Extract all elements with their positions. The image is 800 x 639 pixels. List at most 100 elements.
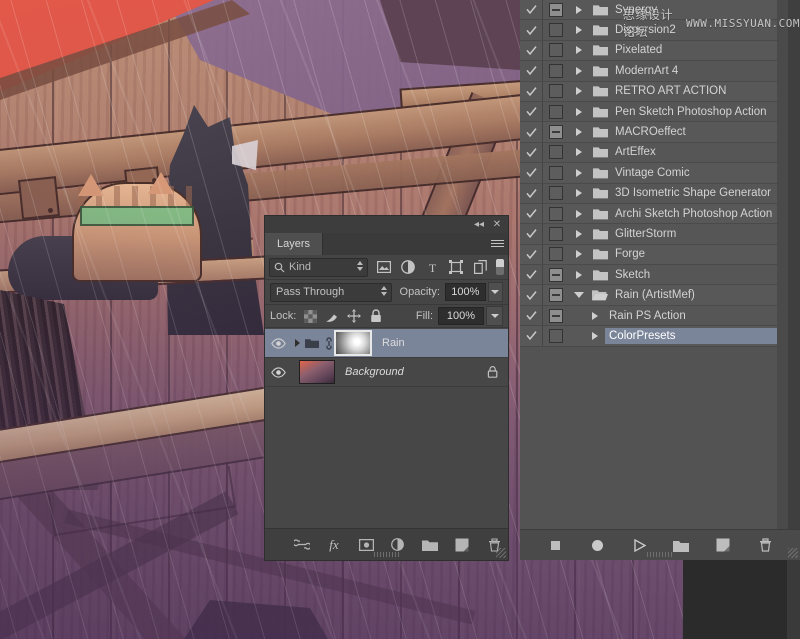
action-name[interactable]: ColorPresets <box>605 327 788 344</box>
disclosure-triangle-open-icon[interactable] <box>569 292 589 299</box>
action-name[interactable]: Dispersion2 <box>611 22 788 38</box>
action-dialog-toggle[interactable] <box>543 267 569 282</box>
shape-layer-filter-icon[interactable] <box>449 260 464 275</box>
action-toggle-checkbox[interactable] <box>520 305 543 326</box>
action-toggle-checkbox[interactable] <box>520 142 543 163</box>
new-adjustment-layer-button[interactable] <box>390 537 406 553</box>
action-name[interactable]: RETRO ART ACTION <box>611 83 788 99</box>
disclosure-triangle-closed-icon[interactable] <box>569 168 589 177</box>
layer-visibility-toggle[interactable] <box>265 358 291 386</box>
action-row[interactable]: Rain PS Action <box>520 305 788 327</box>
action-toggle-checkbox[interactable] <box>520 224 543 244</box>
action-row[interactable]: Archi Sketch Photoshop Action <box>520 203 788 225</box>
action-dialog-toggle[interactable] <box>543 165 569 180</box>
action-dialog-toggle[interactable] <box>543 288 569 303</box>
type-layer-filter-icon[interactable]: T <box>425 260 440 275</box>
action-toggle-checkbox[interactable] <box>520 163 543 183</box>
action-toggle-checkbox[interactable] <box>520 40 543 61</box>
opacity-dropdown-arrow[interactable] <box>487 282 503 302</box>
opacity-input[interactable]: 100% <box>444 283 486 301</box>
disclosure-triangle-closed-icon[interactable] <box>569 148 589 157</box>
disclosure-triangle-closed-icon[interactable] <box>569 66 589 75</box>
stop-playing-button[interactable] <box>547 537 563 553</box>
action-name[interactable]: ArtEffex <box>611 144 788 160</box>
delete-button[interactable] <box>757 537 773 553</box>
action-toggle-checkbox[interactable] <box>520 265 543 285</box>
blend-mode-stepper[interactable] <box>380 285 387 296</box>
action-toggle-checkbox[interactable] <box>520 20 543 40</box>
action-toggle-checkbox[interactable] <box>520 122 543 142</box>
action-toggle-checkbox[interactable] <box>520 203 543 224</box>
action-name[interactable]: Vintage Comic <box>611 165 788 181</box>
action-row[interactable]: 3D Isometric Shape Generator <box>520 183 788 204</box>
disclosure-triangle-closed-icon[interactable] <box>569 250 589 259</box>
tab-layers[interactable]: Layers <box>265 233 324 255</box>
action-row[interactable]: Synergy <box>520 0 788 21</box>
filter-kind-stepper[interactable] <box>356 260 363 271</box>
new-group-button[interactable] <box>422 537 438 553</box>
action-row[interactable]: MACROeffect <box>520 122 788 143</box>
action-dialog-toggle[interactable] <box>543 125 569 140</box>
action-name[interactable]: Archi Sketch Photoshop Action <box>611 206 788 222</box>
action-dialog-toggle[interactable] <box>543 104 569 119</box>
action-dialog-toggle[interactable] <box>543 328 569 343</box>
layers-panel-titlebar[interactable]: ◂◂ ✕ <box>265 216 508 233</box>
begin-recording-button[interactable] <box>589 537 605 553</box>
link-layers-button[interactable] <box>294 537 310 553</box>
layers-resize-grip[interactable] <box>496 548 506 558</box>
lock-all-icon[interactable] <box>368 308 384 324</box>
actions-panel[interactable]: Synergy Dispersion2 Pixelated ModernArt 4 RE… <box>520 0 800 560</box>
action-dialog-toggle[interactable] <box>543 84 569 99</box>
action-row[interactable]: Sketch <box>520 265 788 286</box>
action-dialog-toggle[interactable] <box>543 186 569 201</box>
lock-position-icon[interactable] <box>346 308 362 324</box>
disclosure-triangle-closed-icon[interactable] <box>569 128 589 137</box>
action-dialog-toggle[interactable] <box>543 226 569 241</box>
adjustment-layer-filter-icon[interactable] <box>401 260 416 275</box>
action-row[interactable]: ColorPresets <box>520 326 788 347</box>
layer-name[interactable]: Background <box>345 366 404 378</box>
action-row[interactable]: ModernArt 4 <box>520 61 788 82</box>
action-name[interactable]: Rain (ArtistMef) <box>611 287 788 303</box>
action-toggle-checkbox[interactable] <box>520 285 543 305</box>
fill-dropdown-arrow[interactable] <box>486 306 503 326</box>
disclosure-triangle-closed-icon[interactable] <box>569 46 589 55</box>
action-row[interactable]: Pixelated <box>520 40 788 62</box>
collapse-icon[interactable]: ◂◂ <box>472 218 486 231</box>
play-selection-button[interactable] <box>631 537 647 553</box>
action-row[interactable]: Dispersion2 <box>520 20 788 41</box>
actions-scrollbar[interactable] <box>777 0 788 530</box>
layer-mask-thumbnail[interactable] <box>334 330 372 356</box>
layers-panel[interactable]: ◂◂ ✕ Layers Kind T Pass Through Opacity:… <box>265 216 508 560</box>
action-dialog-toggle[interactable] <box>543 308 569 323</box>
blend-mode-select[interactable]: Pass Through <box>270 282 392 302</box>
create-new-set-button[interactable] <box>673 537 689 553</box>
action-name[interactable]: Rain PS Action <box>605 308 788 324</box>
layer-row[interactable]: Background <box>265 358 508 387</box>
action-row[interactable]: ArtEffex <box>520 142 788 164</box>
action-name[interactable]: Pixelated <box>611 42 788 58</box>
filter-enable-toggle[interactable] <box>495 259 504 275</box>
action-toggle-checkbox[interactable] <box>520 326 543 346</box>
action-row[interactable]: GlitterStorm <box>520 224 788 245</box>
layer-row[interactable]: Rain <box>265 329 508 358</box>
panel-menu-icon[interactable] <box>490 238 504 250</box>
action-dialog-toggle[interactable] <box>543 247 569 262</box>
disclosure-triangle-closed-icon[interactable] <box>569 209 589 218</box>
action-name[interactable]: MACROeffect <box>611 124 788 140</box>
action-name[interactable]: 3D Isometric Shape Generator <box>611 185 788 201</box>
action-dialog-toggle[interactable] <box>543 23 569 38</box>
layer-name[interactable]: Rain <box>382 337 405 349</box>
action-dialog-toggle[interactable] <box>543 2 569 17</box>
new-layer-button[interactable] <box>454 537 470 553</box>
layers-panel-grip[interactable] <box>373 552 400 557</box>
disclosure-triangle-closed-icon[interactable] <box>569 107 589 116</box>
action-row[interactable]: Pen Sketch Photoshop Action <box>520 101 788 123</box>
layers-list[interactable]: Rain Background <box>265 329 508 529</box>
disclosure-triangle-closed-icon[interactable] <box>569 26 589 35</box>
actions-panel-grip[interactable] <box>647 552 673 557</box>
action-row[interactable]: Forge <box>520 244 788 266</box>
action-row[interactable]: Rain (ArtistMef) <box>520 285 788 306</box>
disclosure-triangle-closed-icon[interactable] <box>569 189 589 198</box>
action-toggle-checkbox[interactable] <box>520 101 543 122</box>
